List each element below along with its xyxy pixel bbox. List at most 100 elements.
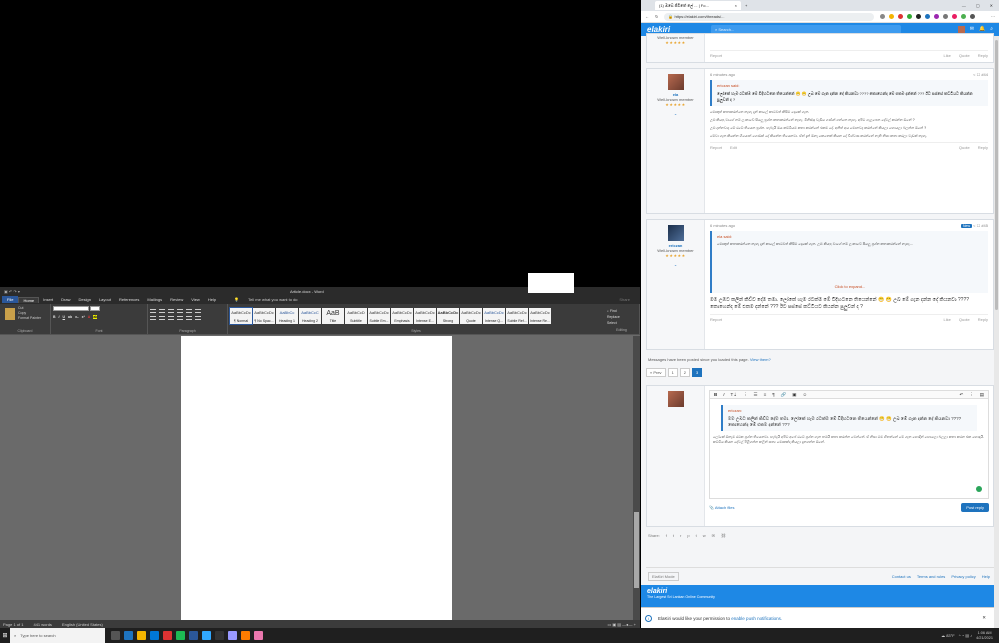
- email-icon[interactable]: ✉: [712, 533, 715, 538]
- style-emphasis[interactable]: AaBbCcDc Emphasis: [391, 308, 413, 324]
- tray-icons[interactable]: ^ ◔ ▤ ♪: [959, 633, 972, 638]
- close-icon[interactable]: ×: [735, 3, 737, 8]
- style-heading-1[interactable]: AaBbCc Heading 1: [276, 308, 298, 324]
- close-window-icon[interactable]: ✕: [990, 3, 993, 8]
- expand-link[interactable]: Click to expand...: [717, 282, 983, 290]
- taskbar-search[interactable]: ⌕ Type here to search: [10, 628, 105, 643]
- smile-icon[interactable]: ☺: [803, 392, 808, 397]
- spotify-icon[interactable]: [176, 631, 185, 640]
- report-link[interactable]: Report: [710, 145, 722, 150]
- inbox-icon[interactable]: ✉: [970, 26, 974, 33]
- paste-icon[interactable]: [5, 308, 15, 320]
- tumblr-icon[interactable]: t: [696, 533, 697, 538]
- reply-link[interactable]: Reply: [978, 145, 988, 150]
- quote-author[interactable]: ela said:: [717, 234, 983, 240]
- image-icon[interactable]: ▣: [792, 392, 796, 398]
- style-no-spacing[interactable]: AaBbCcDc ¶ No Spac...: [253, 308, 275, 324]
- tell-me-search[interactable]: 💡 Tell me what you want to do: [226, 297, 305, 302]
- paragraph-icon[interactable]: ¶: [772, 392, 774, 397]
- font-format-buttons[interactable]: B I Uab x₂ x² Aab: [53, 315, 145, 319]
- reply-link[interactable]: Reply: [978, 317, 988, 322]
- search-icon[interactable]: ⌕: [990, 26, 993, 33]
- avatar[interactable]: [667, 225, 684, 241]
- tab-review[interactable]: Review: [166, 297, 187, 302]
- after-effects-icon[interactable]: [228, 631, 237, 640]
- reply-textarea[interactable]: ericzan: මම උඹට කලින් කිව්ව දේම තමා. ලෝක…: [709, 399, 989, 499]
- like-link[interactable]: Like: [944, 317, 951, 322]
- tab-insert[interactable]: Insert: [39, 297, 57, 302]
- tab-design[interactable]: Design: [74, 297, 94, 302]
- scroll-thumb[interactable]: [634, 512, 639, 588]
- style-subtitle[interactable]: AaBbCcD Subtitle: [345, 308, 367, 324]
- edit-link[interactable]: Edit: [730, 145, 737, 150]
- more-icon[interactable]: ⋮: [743, 392, 748, 398]
- site-scrollbar[interactable]: [994, 36, 999, 628]
- illustrator-icon[interactable]: [241, 631, 250, 640]
- quote-author[interactable]: ericzan said:: [717, 83, 983, 89]
- text-size-icon[interactable]: T⇣: [731, 392, 738, 398]
- tab-view[interactable]: View: [187, 297, 204, 302]
- new-tab-icon[interactable]: +: [745, 3, 747, 8]
- page-1-link[interactable]: 1: [667, 368, 678, 377]
- style-title[interactable]: AaB Title: [322, 308, 344, 324]
- style-quote[interactable]: AaBbCcDc Quote: [460, 308, 482, 324]
- help-link[interactable]: Help: [982, 574, 990, 579]
- word-icon[interactable]: [189, 631, 198, 640]
- xd-icon[interactable]: [254, 631, 263, 640]
- font-size-box[interactable]: [89, 306, 100, 311]
- clock[interactable]: 1:06 AM 4/21/2021: [976, 631, 993, 641]
- twitter-icon[interactable]: t: [673, 533, 674, 538]
- avatar[interactable]: [957, 26, 965, 33]
- weather-icon[interactable]: ☁ 83°F: [941, 633, 955, 638]
- avatar[interactable]: [667, 391, 684, 407]
- word-count[interactable]: 441 words: [33, 622, 51, 627]
- style-normal[interactable]: AaBbCcDc ¶ Normal: [229, 307, 253, 325]
- app-icon[interactable]: [215, 631, 224, 640]
- whatsapp-icon[interactable]: w: [703, 533, 706, 538]
- style-intense-emphasis[interactable]: AaBbCcDc Intense E...: [414, 308, 436, 324]
- share-icons[interactable]: < ☐ #45: [973, 223, 988, 228]
- facebook-icon[interactable]: f: [666, 533, 667, 538]
- report-link[interactable]: Report: [710, 53, 722, 58]
- tab-draw[interactable]: Draw: [57, 297, 74, 302]
- font-name-box[interactable]: [53, 306, 89, 311]
- more-options-icon[interactable]: ⋮: [969, 392, 974, 398]
- link-icon[interactable]: ⛓: [721, 533, 726, 538]
- view-them-link[interactable]: View them?: [750, 357, 771, 362]
- attach-files-button[interactable]: 📎 Attach files: [709, 505, 734, 510]
- edge-icon[interactable]: [124, 631, 133, 640]
- quick-access-icons[interactable]: ▣ ↶ ↷ ▾: [4, 289, 20, 294]
- style-subtle-emphasis[interactable]: AaBbCcDc Subtle Em...: [368, 308, 390, 324]
- style-intense-quote[interactable]: AaBbCcDc Intense Q...: [483, 308, 505, 324]
- avatar[interactable]: [667, 74, 684, 90]
- tab-references[interactable]: References: [115, 297, 143, 302]
- share-icons[interactable]: < ☐ #44: [973, 72, 988, 77]
- reddit-icon[interactable]: r: [680, 533, 681, 538]
- undo-icon[interactable]: ↶: [959, 392, 963, 398]
- share-button[interactable]: Share: [615, 297, 634, 302]
- scroll-thumb[interactable]: [995, 40, 998, 310]
- quote-link[interactable]: Quote: [959, 53, 970, 58]
- style-subtle-reference[interactable]: AaBbCcDc Subtle Ref...: [506, 308, 528, 324]
- like-link[interactable]: Like: [944, 53, 951, 58]
- italic-icon[interactable]: I: [723, 392, 724, 397]
- style-chooser[interactable]: ElaKiri Mode: [648, 572, 679, 581]
- photoshop-icon[interactable]: [202, 631, 211, 640]
- preview-icon[interactable]: ▤: [980, 392, 984, 398]
- tab-layout[interactable]: Layout: [95, 297, 115, 302]
- post-time[interactable]: 6 minutes ago: [710, 72, 735, 77]
- list-icons[interactable]: [150, 309, 225, 313]
- list-icon[interactable]: ☰: [754, 392, 758, 398]
- privacy-link[interactable]: Privacy policy: [951, 574, 975, 579]
- style-strong[interactable]: AaBbCcDc Strong: [437, 308, 459, 324]
- store-icon[interactable]: [150, 631, 159, 640]
- tab-mailings[interactable]: Mailings: [143, 297, 166, 302]
- quote-link[interactable]: Quote: [959, 145, 970, 150]
- tab-help[interactable]: Help: [204, 297, 220, 302]
- tab-home[interactable]: Home: [18, 296, 40, 303]
- reload-icon[interactable]: ↻: [655, 14, 658, 19]
- menu-icon[interactable]: ⋯: [991, 14, 995, 19]
- windows-start-icon[interactable]: ⊞: [0, 632, 10, 639]
- chevron-down-icon[interactable]: ⌄: [647, 111, 704, 116]
- maximize-icon[interactable]: ▢: [976, 3, 980, 8]
